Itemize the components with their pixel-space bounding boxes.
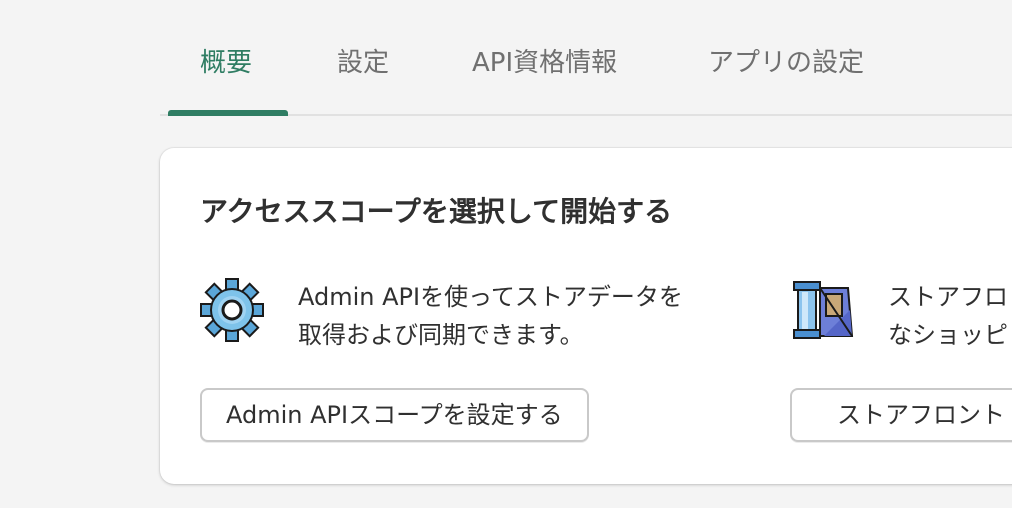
tab-bar: 概要 設定 API資格情報 アプリの設定 — [160, 0, 1012, 116]
storefront-icon — [790, 278, 854, 342]
card-title: アクセススコープを選択して開始する — [200, 195, 673, 228]
admin-api-description: Admin APIを使ってストアデータを 取得および同期できます。 — [298, 283, 683, 349]
tab-settings[interactable]: 設定 — [337, 44, 389, 82]
app-page: 概要 設定 API資格情報 アプリの設定 アクセススコープを選択して開始する A… — [0, 0, 1012, 508]
active-tab-indicator — [168, 110, 288, 116]
tab-overview[interactable]: 概要 — [200, 44, 252, 82]
admin-api-scope-button[interactable]: Admin APIスコープを設定する — [200, 388, 589, 442]
tab-app-settings[interactable]: アプリの設定 — [708, 44, 864, 82]
storefront-api-description: ストアフロ なショッピ — [888, 283, 1008, 349]
gear-icon — [200, 278, 264, 342]
access-scope-card: アクセススコープを選択して開始する Admin APIを使ってストアデータを 取… — [160, 148, 1012, 484]
tab-api-credentials[interactable]: API資格情報 — [472, 44, 617, 82]
storefront-api-scope-button[interactable]: ストアフロント — [790, 388, 1012, 442]
